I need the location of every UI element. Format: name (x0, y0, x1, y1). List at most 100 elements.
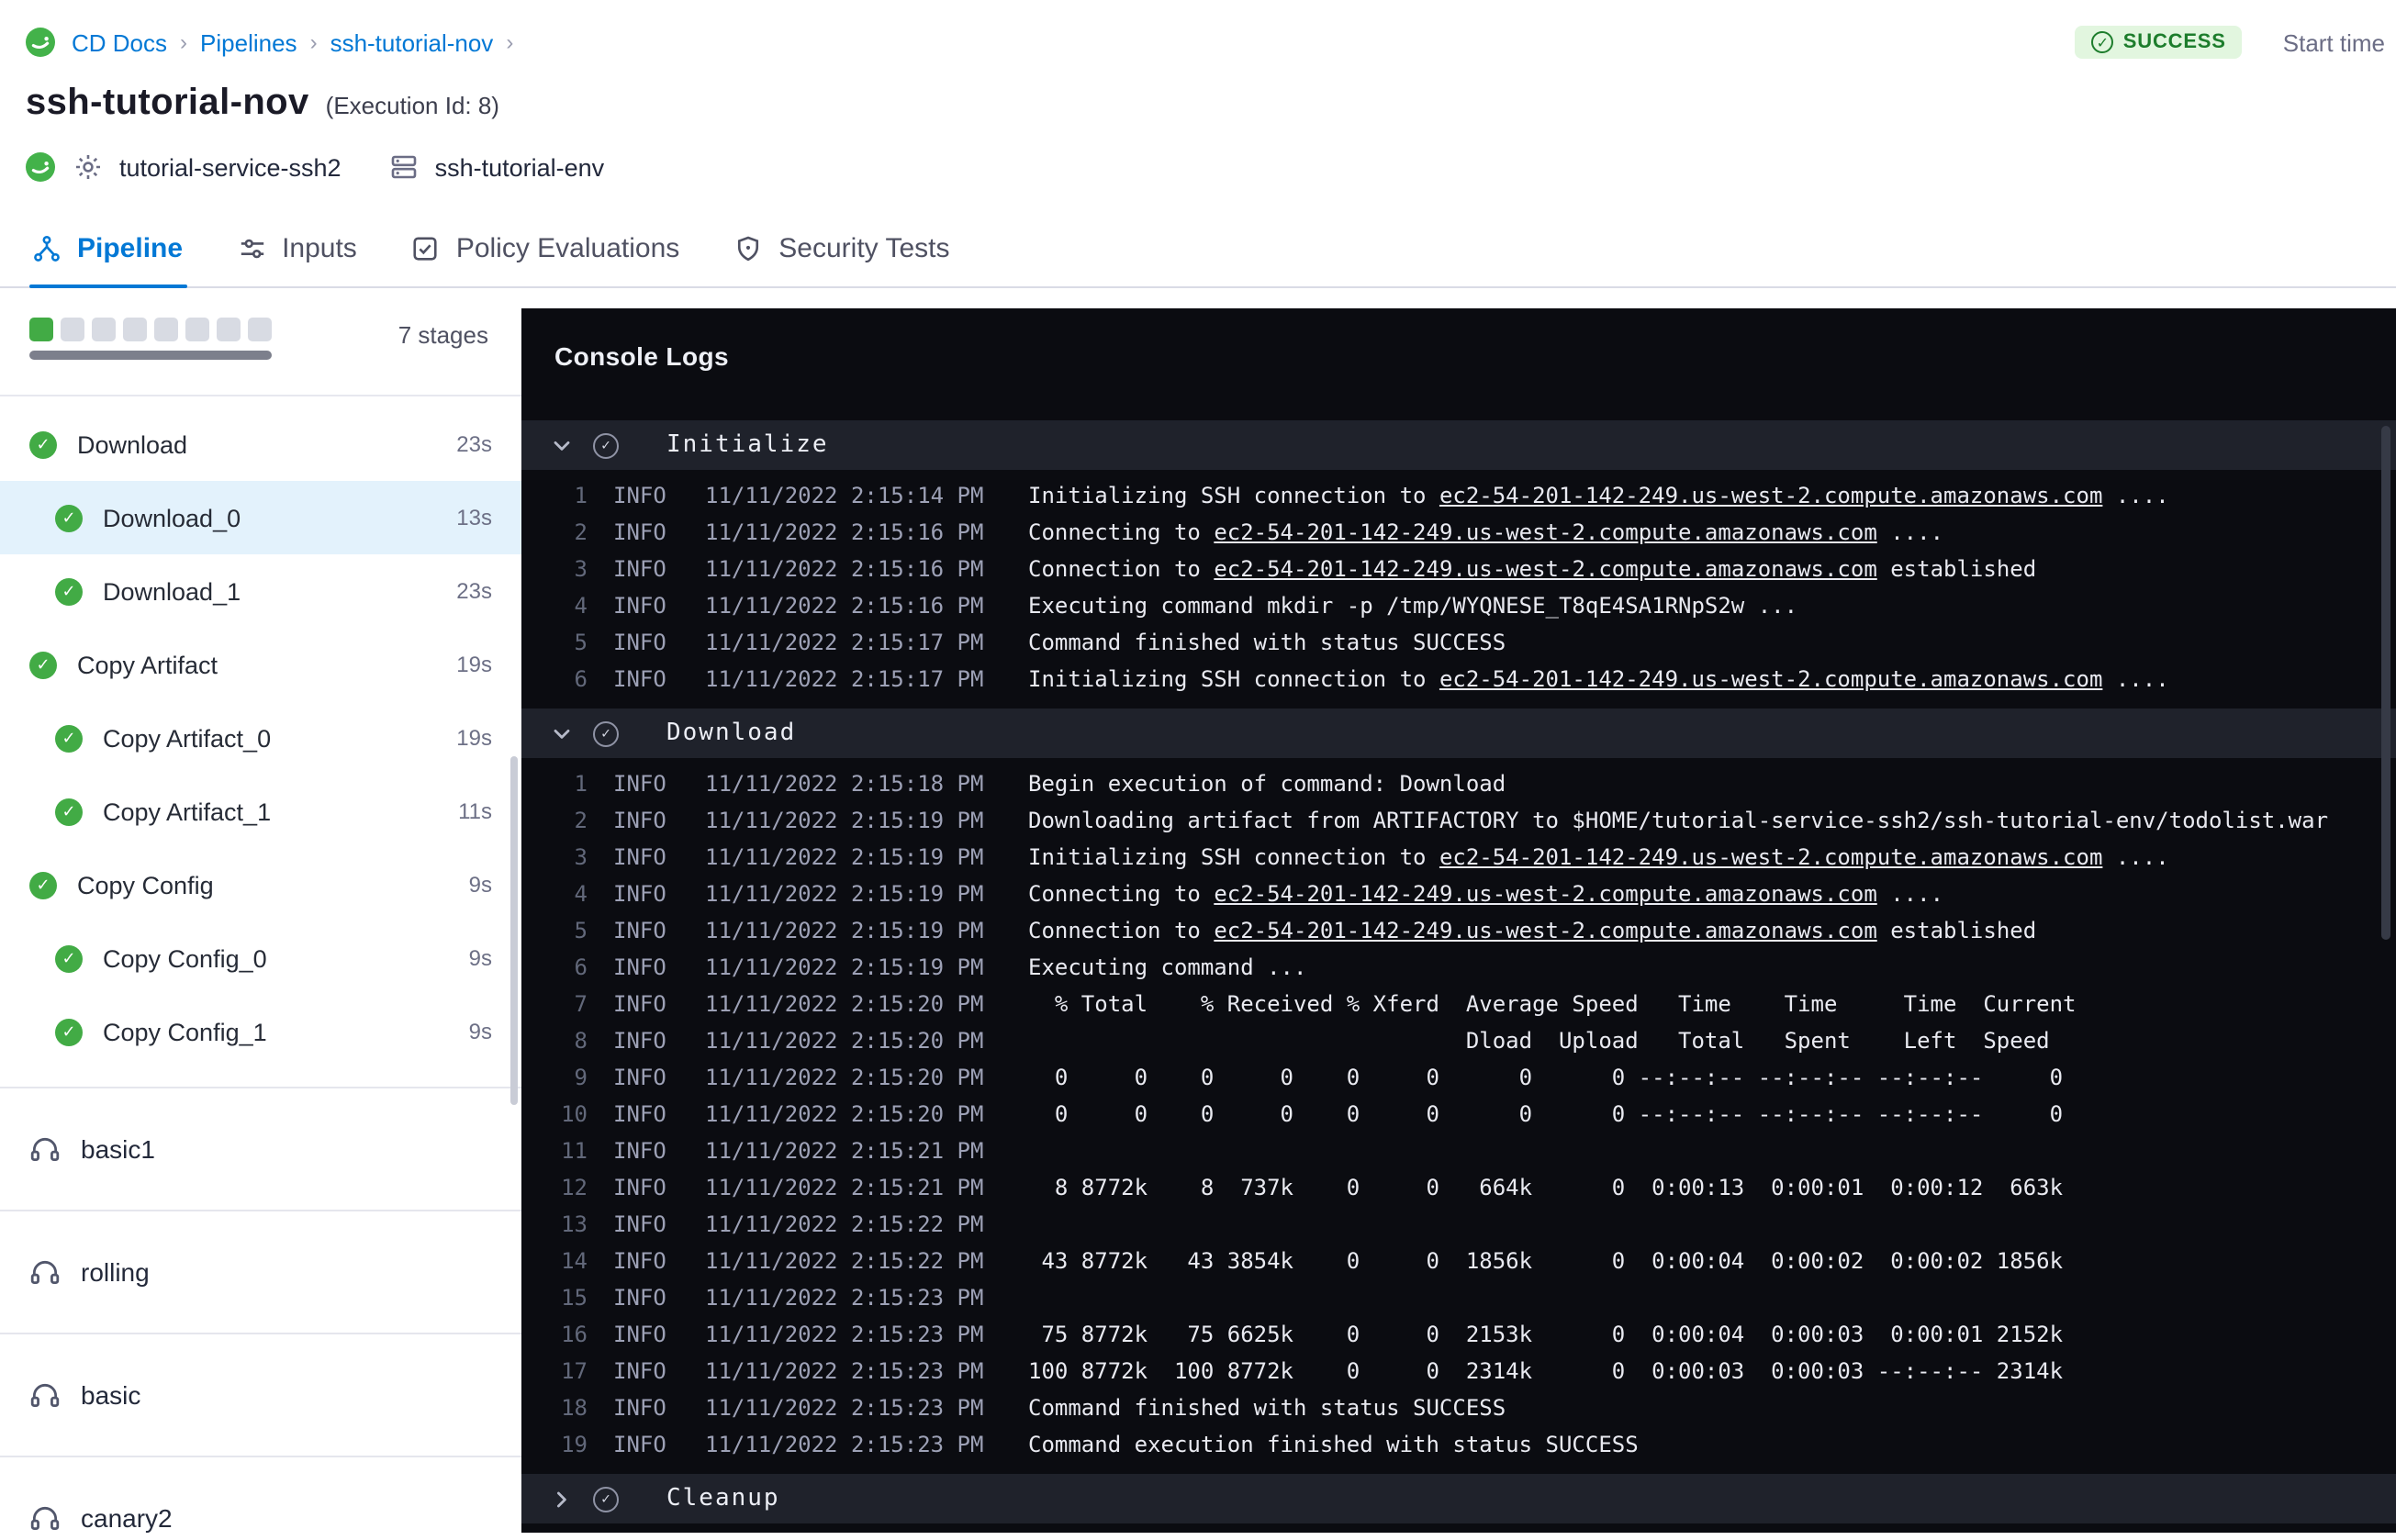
chevron-down-icon[interactable] (543, 722, 580, 744)
log-link[interactable]: ec2-54-201-142-249.us-west-2.compute.ama… (1439, 844, 2102, 870)
pipeline-list: basic1 rolling basic canary2 (0, 1087, 521, 1533)
stage-success-check-icon: ✓ (29, 651, 57, 678)
log-section-header-download[interactable]: ✓ Download (521, 709, 2396, 758)
stage-item[interactable]: ✓ Copy Config_0 9s (0, 921, 521, 995)
log-message: Begin execution of command: Download (1028, 765, 1506, 802)
stage-duration: 13s (456, 505, 492, 530)
log-link[interactable]: ec2-54-201-142-249.us-west-2.compute.ama… (1214, 556, 1876, 582)
progress-segment (154, 318, 178, 341)
environment-name[interactable]: ssh-tutorial-env (435, 153, 605, 181)
pipeline-list-item[interactable]: basic1 (0, 1088, 521, 1211)
section-success-icon: ✓ (593, 720, 619, 746)
pipeline-list-item[interactable]: basic (0, 1334, 521, 1457)
stage-name: Download_1 (103, 577, 241, 605)
log-message: Connection to ec2-54-201-142-249.us-west… (1028, 912, 2036, 949)
log-timestamp: 11/11/2022 2:15:18 PM (705, 771, 984, 797)
inputs-icon (238, 234, 267, 263)
log-timestamp: 11/11/2022 2:15:23 PM (705, 1395, 984, 1421)
stage-name: Download (77, 430, 188, 458)
log-line: 3 INFO 11/11/2022 2:15:16 PM Connection to … (521, 551, 2396, 587)
section-title: Cleanup (666, 1485, 780, 1512)
chevron-right-icon[interactable] (543, 1488, 580, 1510)
log-line-number: 12 (561, 1175, 588, 1200)
pipeline-list-item[interactable]: rolling (0, 1211, 521, 1334)
stage-name: Download_0 (103, 504, 241, 531)
pipeline-item-icon (29, 1379, 61, 1411)
log-text: Command execution finished with status S… (1028, 1432, 1639, 1457)
log-timestamp: 11/11/2022 2:15:23 PM (705, 1432, 984, 1457)
log-level: INFO (613, 844, 666, 870)
stage-item[interactable]: ✓ Copy Artifact_1 11s (0, 775, 521, 848)
breadcrumb-link-cd-docs[interactable]: CD Docs (72, 28, 167, 56)
log-link[interactable]: ec2-54-201-142-249.us-west-2.compute.ama… (1214, 918, 1876, 943)
section-log-lines: 1 INFO 11/11/2022 2:15:18 PM Begin executio… (521, 758, 2396, 1463)
stage-item[interactable]: ✓ Download_0 13s (0, 481, 521, 554)
log-link[interactable]: ec2-54-201-142-249.us-west-2.compute.ama… (1439, 483, 2102, 508)
tab-security-tests[interactable]: Security Tests (731, 211, 953, 286)
log-timestamp: 11/11/2022 2:15:19 PM (705, 808, 984, 833)
service-name[interactable]: tutorial-service-ssh2 (119, 153, 341, 181)
stage-duration: 23s (456, 431, 492, 457)
stage-sidebar: 7 stages ✓ Download 23s ✓ Download_0 13s ✓ Down… (0, 288, 521, 1533)
log-message: Initializing SSH connection to ec2-54-20… (1028, 839, 2169, 876)
log-level: INFO (613, 593, 666, 619)
stage-item[interactable]: ✓ Copy Config 9s (0, 848, 521, 921)
stage-item[interactable]: ✓ Copy Config_1 9s (0, 995, 521, 1068)
stage-item[interactable]: ✓ Download_1 23s (0, 554, 521, 628)
log-message: 8 8772k 8 737k 0 0 664k 0 0:00:13 0:00:0… (1028, 1169, 2063, 1206)
breadcrumb-link-pipeline-name[interactable]: ssh-tutorial-nov (330, 28, 494, 56)
log-line-number: 6 (574, 666, 588, 692)
status-badge-label: SUCCESS (2122, 31, 2226, 53)
log-section-header-cleanup[interactable]: ✓ Cleanup (521, 1474, 2396, 1523)
log-level: INFO (613, 483, 666, 508)
environment-icon (389, 152, 419, 182)
tab-inputs[interactable]: Inputs (234, 211, 361, 286)
console-scrollbar[interactable] (2381, 426, 2390, 940)
tab-policy-evaluations[interactable]: Policy Evaluations (409, 211, 683, 286)
log-sections: ✓ Initialize 1 INFO 11/11/2022 2:15:14 PM Ini… (521, 420, 2396, 1523)
log-level: INFO (613, 1248, 666, 1274)
content-area: 7 stages ✓ Download 23s ✓ Download_0 13s ✓ Down… (0, 288, 2396, 1533)
stage-success-check-icon: ✓ (55, 944, 83, 972)
log-line: 16 INFO 11/11/2022 2:15:23 PM 75 8772k 75 … (521, 1316, 2396, 1353)
log-level: INFO (613, 1395, 666, 1421)
log-link[interactable]: ec2-54-201-142-249.us-west-2.compute.ama… (1439, 666, 2102, 692)
log-message: 75 8772k 75 6625k 0 0 2153k 0 0:00:04 0:… (1028, 1316, 2063, 1353)
log-line: 2 INFO 11/11/2022 2:15:19 PM Downloading ar… (521, 802, 2396, 839)
stage-item[interactable]: ✓ Copy Artifact_0 19s (0, 701, 521, 775)
pipeline-list-item[interactable]: canary2 (0, 1457, 521, 1533)
log-text: 100 8772k 100 8772k 0 0 2314k 0 0:00:03 … (1028, 1358, 2064, 1384)
log-section-header-initialize[interactable]: ✓ Initialize (521, 420, 2396, 470)
stage-item[interactable]: ✓ Download 23s (0, 407, 521, 481)
tab-pipeline[interactable]: Pipeline (29, 211, 186, 288)
stage-item[interactable]: ✓ Copy Artifact 19s (0, 628, 521, 701)
progress-segment (185, 318, 209, 341)
log-level: INFO (613, 808, 666, 833)
log-message: Command execution finished with status S… (1028, 1426, 1639, 1463)
stage-success-check-icon: ✓ (55, 798, 83, 825)
log-timestamp: 11/11/2022 2:15:16 PM (705, 556, 984, 582)
log-timestamp: 11/11/2022 2:15:23 PM (705, 1322, 984, 1347)
log-timestamp: 11/11/2022 2:15:19 PM (705, 844, 984, 870)
log-level: INFO (613, 1138, 666, 1164)
log-level: INFO (613, 991, 666, 1017)
log-link[interactable]: ec2-54-201-142-249.us-west-2.compute.ama… (1214, 519, 1876, 545)
log-line-number: 10 (561, 1101, 588, 1127)
breadcrumb-link-pipelines[interactable]: Pipelines (200, 28, 297, 56)
gear-icon (73, 152, 103, 182)
log-message: Connecting to ec2-54-201-142-249.us-west… (1028, 514, 1943, 551)
stage-progress-scrollbar[interactable] (29, 351, 272, 360)
stage-count-label: 7 stages (397, 321, 488, 349)
pipeline-name: canary2 (81, 1503, 173, 1533)
log-line-number: 15 (561, 1285, 588, 1311)
pipeline-name: basic1 (81, 1134, 155, 1164)
service-environment-row: tutorial-service-ssh2 ssh-tutorial-env (0, 125, 2396, 182)
sidebar-scrollbar[interactable] (510, 756, 518, 1105)
log-message: Initializing SSH connection to ec2-54-20… (1028, 661, 2169, 697)
chevron-down-icon[interactable] (543, 434, 580, 456)
log-timestamp: 11/11/2022 2:15:22 PM (705, 1211, 984, 1237)
log-level: INFO (613, 1211, 666, 1237)
log-link[interactable]: ec2-54-201-142-249.us-west-2.compute.ama… (1214, 881, 1876, 907)
log-timestamp: 11/11/2022 2:15:20 PM (705, 1028, 984, 1054)
progress-segment-complete (29, 318, 53, 341)
